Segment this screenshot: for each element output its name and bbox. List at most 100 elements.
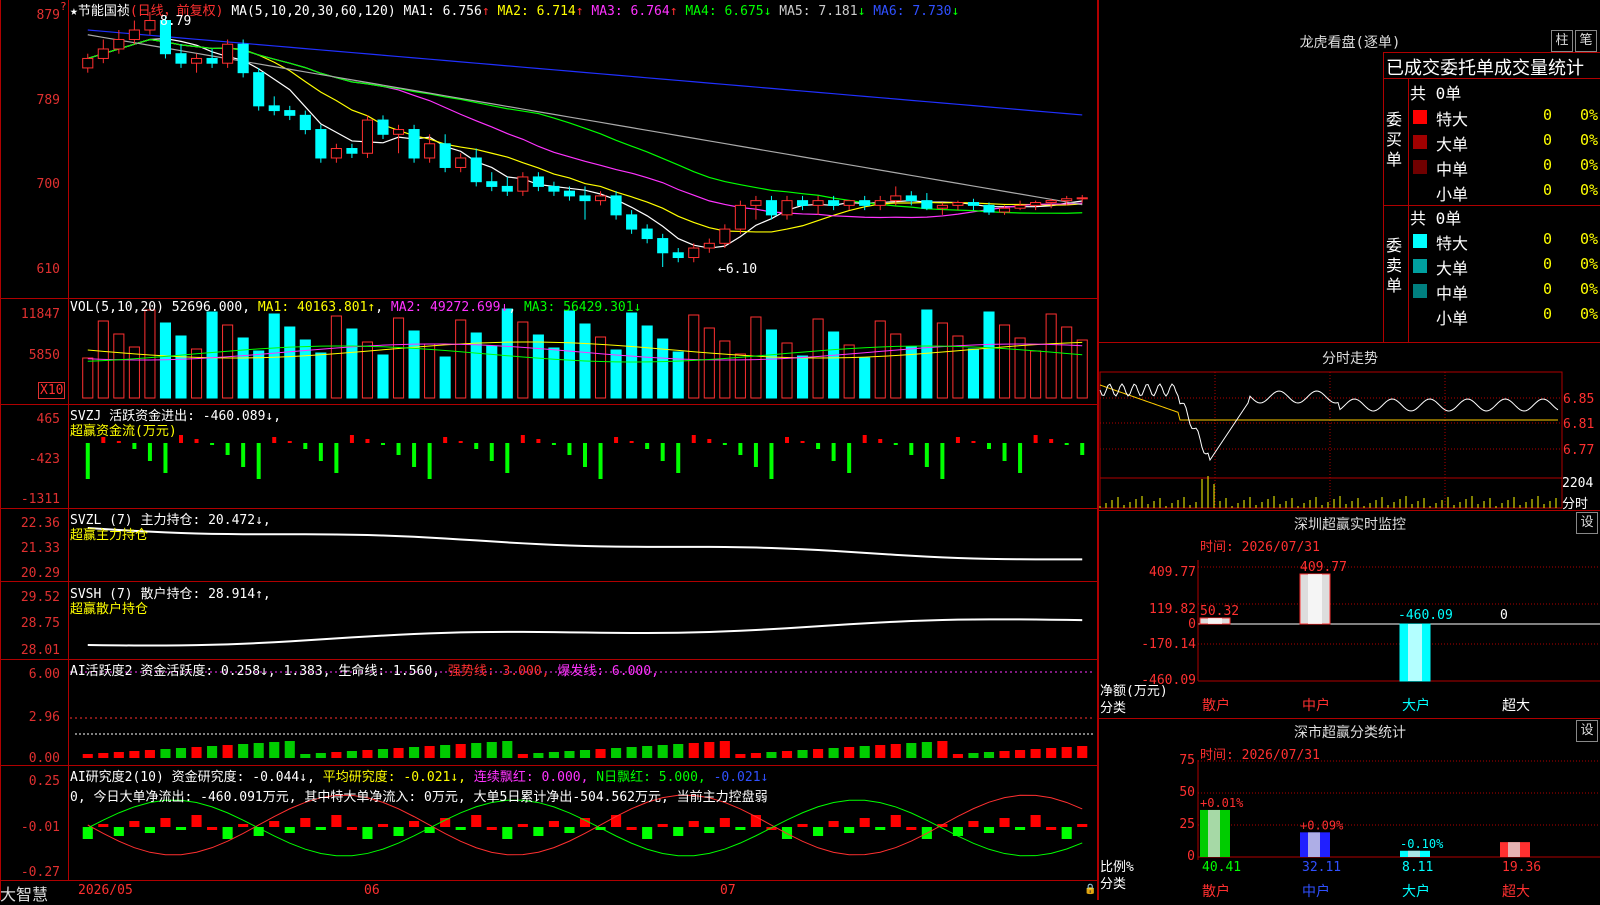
sz-tick: 0 xyxy=(1188,617,1196,632)
activity-bar xyxy=(377,749,389,758)
activity-bar xyxy=(735,754,746,758)
candle-body xyxy=(796,200,809,206)
money-flow-bar xyxy=(753,443,758,467)
money-flow-bar xyxy=(955,437,960,443)
money-flow-bar xyxy=(769,443,774,479)
money-flow-bar xyxy=(614,437,619,443)
candle-body xyxy=(828,200,840,206)
research-bar xyxy=(906,827,917,830)
sz-category-label: 超大 xyxy=(1502,698,1530,714)
activity-bar xyxy=(1015,750,1026,758)
candle-body xyxy=(361,119,374,154)
legend-swatch xyxy=(1413,284,1427,298)
research-bar xyxy=(160,818,171,827)
volume-bar xyxy=(424,343,436,399)
research-bar xyxy=(98,824,109,827)
price-header: ★节能国祯(日线，前复权) MA(5,10,20,30,60,120) MA1:… xyxy=(70,4,960,19)
activity-bar xyxy=(393,748,404,758)
svzj-sub: 超赢资金流(万元) xyxy=(70,424,177,439)
volume-bar xyxy=(501,308,513,399)
ma-value-5: MA5: 7.181 xyxy=(779,4,858,19)
order-size-label: 中单 xyxy=(1436,284,1469,303)
sz-bar-value: 409.77 xyxy=(1300,560,1347,575)
candle-body xyxy=(82,57,94,69)
sz-cat-label: 分类 xyxy=(1100,701,1127,716)
candle-body xyxy=(734,204,746,230)
candle-body xyxy=(222,43,234,64)
activity-bar xyxy=(113,752,124,758)
research-bar xyxy=(797,824,808,827)
research-bar xyxy=(781,827,793,839)
volume-bar xyxy=(284,326,296,399)
activity-bar xyxy=(564,751,575,758)
order-size-label: 大单 xyxy=(1436,259,1469,278)
research-bar xyxy=(144,827,155,833)
research-bar xyxy=(704,827,715,833)
activity-bar xyxy=(828,748,839,758)
bar-mode-button[interactable]: 柱 xyxy=(1551,30,1573,52)
research-bar xyxy=(346,827,357,830)
activity-bar xyxy=(315,753,326,758)
ss-settings-button[interactable]: 设 xyxy=(1576,720,1598,742)
research-bar xyxy=(875,827,886,830)
order-percent: 0% xyxy=(1580,156,1599,174)
svzj-tick: -423 xyxy=(28,452,60,467)
vol-ma2: MA2: 49272.699↓ xyxy=(390,300,509,315)
volume-bar xyxy=(299,339,311,399)
intraday-frame xyxy=(1099,371,1563,509)
activity-bar xyxy=(471,743,482,758)
order-size-label: 小单 xyxy=(1436,309,1469,328)
research-bar xyxy=(331,815,342,827)
candle-body xyxy=(532,176,544,187)
research-bar xyxy=(455,827,466,830)
ai1-text: 资金活跃度: 0.258↓, 1.383, xyxy=(140,664,331,679)
research-bar xyxy=(502,827,513,839)
volume-bar xyxy=(781,342,793,399)
money-flow-bar xyxy=(816,443,821,449)
candle-body xyxy=(144,20,156,31)
ss-bar-highlight xyxy=(1208,809,1220,857)
money-flow-bar xyxy=(536,439,541,443)
money-flow-bar xyxy=(893,443,898,445)
research-bar xyxy=(1046,827,1057,830)
candle-body xyxy=(843,200,855,206)
lock-icon[interactable]: 🔒 xyxy=(1084,884,1096,895)
tick-mode-button[interactable]: 笔 xyxy=(1575,30,1597,52)
sz-settings-button[interactable]: 设 xyxy=(1576,512,1598,534)
activity-bar xyxy=(253,743,264,758)
candle-body xyxy=(719,228,731,244)
svzl-sub: 超赢主力持仓 xyxy=(70,528,149,543)
research-bar xyxy=(269,821,280,827)
vol-header: VOL(5,10,20) 52696.000, MA1: 40163.801↑,… xyxy=(70,300,642,315)
research-bar xyxy=(548,821,559,827)
volume-bar xyxy=(874,320,886,399)
volume-bar xyxy=(392,317,405,399)
k-line-chart[interactable] xyxy=(0,0,1097,900)
candle-body xyxy=(284,110,296,116)
volume-bar xyxy=(159,322,172,399)
candle-body xyxy=(486,181,498,187)
activity-bar xyxy=(82,754,93,758)
research-bar xyxy=(284,827,295,833)
ai1-strong: 强势线: 3.000, xyxy=(447,664,550,679)
volume-bar xyxy=(843,344,855,399)
vol-tick: 5850 xyxy=(28,348,60,363)
money-flow-bar xyxy=(598,443,603,479)
research-bar xyxy=(82,827,93,839)
candle-body xyxy=(517,176,529,192)
activity-bar xyxy=(890,744,901,758)
money-flow-bar xyxy=(427,443,432,479)
activity-bar xyxy=(300,754,311,758)
candle-body xyxy=(890,195,902,202)
intraday-price-line xyxy=(1099,383,1559,462)
stock-name[interactable]: 节能国祯 xyxy=(78,4,130,19)
money-flow-bar xyxy=(396,443,401,455)
research-bar xyxy=(890,815,901,827)
research-bar xyxy=(207,827,218,830)
activity-bar xyxy=(440,745,451,758)
money-flow-bar xyxy=(489,443,494,461)
activity-bar xyxy=(486,742,497,758)
candle-body xyxy=(470,157,482,183)
volume-bar xyxy=(828,331,840,399)
volume-bar xyxy=(1030,350,1042,399)
